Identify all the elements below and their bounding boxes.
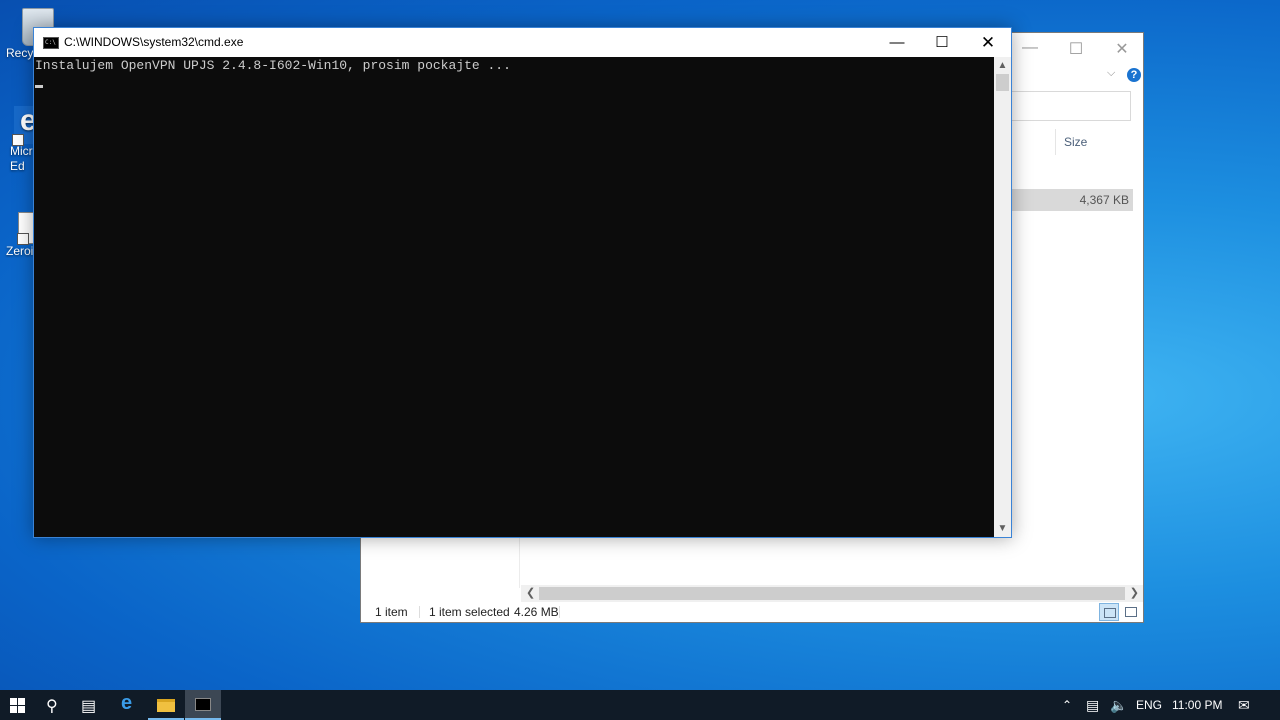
shortcut-arrow-icon <box>17 233 29 245</box>
windows-logo-icon <box>10 698 25 713</box>
horizontal-scrollbar[interactable]: ❮ ❯ <box>521 585 1143 602</box>
maximize-button[interactable]: ☐ <box>919 28 965 57</box>
status-separator <box>419 606 420 618</box>
window-title: C:\WINDOWS\system32\cmd.exe <box>64 35 244 49</box>
search-icon: ⚲ <box>46 698 58 715</box>
folder-icon <box>157 699 175 712</box>
show-hidden-icons-icon[interactable]: ⌃ <box>1062 690 1072 720</box>
large-icons-view-button[interactable] <box>1121 603 1141 621</box>
help-icon[interactable]: ? <box>1127 68 1141 82</box>
scroll-right-icon[interactable]: ❯ <box>1130 586 1139 599</box>
minimize-button[interactable]: — <box>874 28 920 57</box>
action-center-icon[interactable]: ✉ <box>1238 690 1250 720</box>
status-bar: 1 item 1 item selected 4.26 MB <box>361 601 1143 623</box>
details-view-button[interactable] <box>1099 603 1119 621</box>
cmd-icon <box>43 37 59 49</box>
language-indicator[interactable]: ENG <box>1136 690 1162 720</box>
taskbar-edge[interactable]: e <box>110 690 146 720</box>
scroll-up-icon[interactable]: ▲ <box>994 57 1011 74</box>
shortcut-arrow-icon <box>12 134 24 146</box>
task-view-icon: ▤ <box>81 698 97 715</box>
taskbar-cmd[interactable] <box>185 690 221 720</box>
status-selected: 1 item selected <box>429 605 510 619</box>
details-view-icon <box>1104 608 1116 618</box>
clock[interactable]: 11:00 PM <box>1172 690 1222 720</box>
chevron-down-icon[interactable]: ⌵ <box>1107 67 1115 80</box>
maximize-button[interactable]: ☐ <box>1061 39 1091 59</box>
file-row[interactable]: 4,367 KB <box>1001 189 1133 211</box>
taskbar: ⚲ ▤ e ⌃ ▤ 🔈 ENG 11:00 PM ✉ <box>0 690 1280 720</box>
search-input[interactable] <box>1001 91 1131 121</box>
minimize-button[interactable]: — <box>1015 39 1045 57</box>
text-cursor <box>35 85 43 88</box>
network-icon[interactable]: ▤ <box>1086 690 1099 720</box>
navigation-pane <box>361 538 520 588</box>
scroll-down-icon[interactable]: ▼ <box>994 520 1011 537</box>
scrollbar-thumb[interactable] <box>539 587 1125 600</box>
status-separator <box>559 606 560 618</box>
scrollbar-thumb[interactable] <box>996 74 1009 91</box>
scroll-left-icon[interactable]: ❮ <box>526 586 535 599</box>
start-button[interactable] <box>0 690 36 720</box>
close-button[interactable]: ✕ <box>965 28 1011 57</box>
volume-icon[interactable]: 🔈 <box>1110 690 1127 720</box>
console-output[interactable]: Instalujem OpenVPN UPJS 2.4.8-I602-Win10… <box>34 57 994 537</box>
close-button[interactable]: ✕ <box>1107 39 1137 59</box>
task-view-button[interactable]: ▤ <box>72 690 108 720</box>
large-icons-view-icon <box>1125 607 1137 617</box>
title-bar[interactable]: C:\WINDOWS\system32\cmd.exe — ☐ ✕ <box>34 28 1011 57</box>
file-size: 4,367 KB <box>1079 193 1129 207</box>
search-button[interactable]: ⚲ <box>37 690 73 720</box>
edge-icon: e <box>121 692 133 714</box>
status-selected-size: 4.26 MB <box>514 605 559 619</box>
status-item-count: 1 item <box>375 605 408 619</box>
vertical-scrollbar[interactable]: ▲ ▼ <box>994 57 1011 537</box>
cmd-window[interactable]: C:\WINDOWS\system32\cmd.exe — ☐ ✕ Instal… <box>33 27 1012 538</box>
cmd-icon <box>195 698 211 711</box>
column-header-size[interactable]: Size <box>1055 129 1144 155</box>
console-line: Instalujem OpenVPN UPJS 2.4.8-I602-Win10… <box>35 58 511 73</box>
taskbar-file-explorer[interactable] <box>148 690 184 720</box>
